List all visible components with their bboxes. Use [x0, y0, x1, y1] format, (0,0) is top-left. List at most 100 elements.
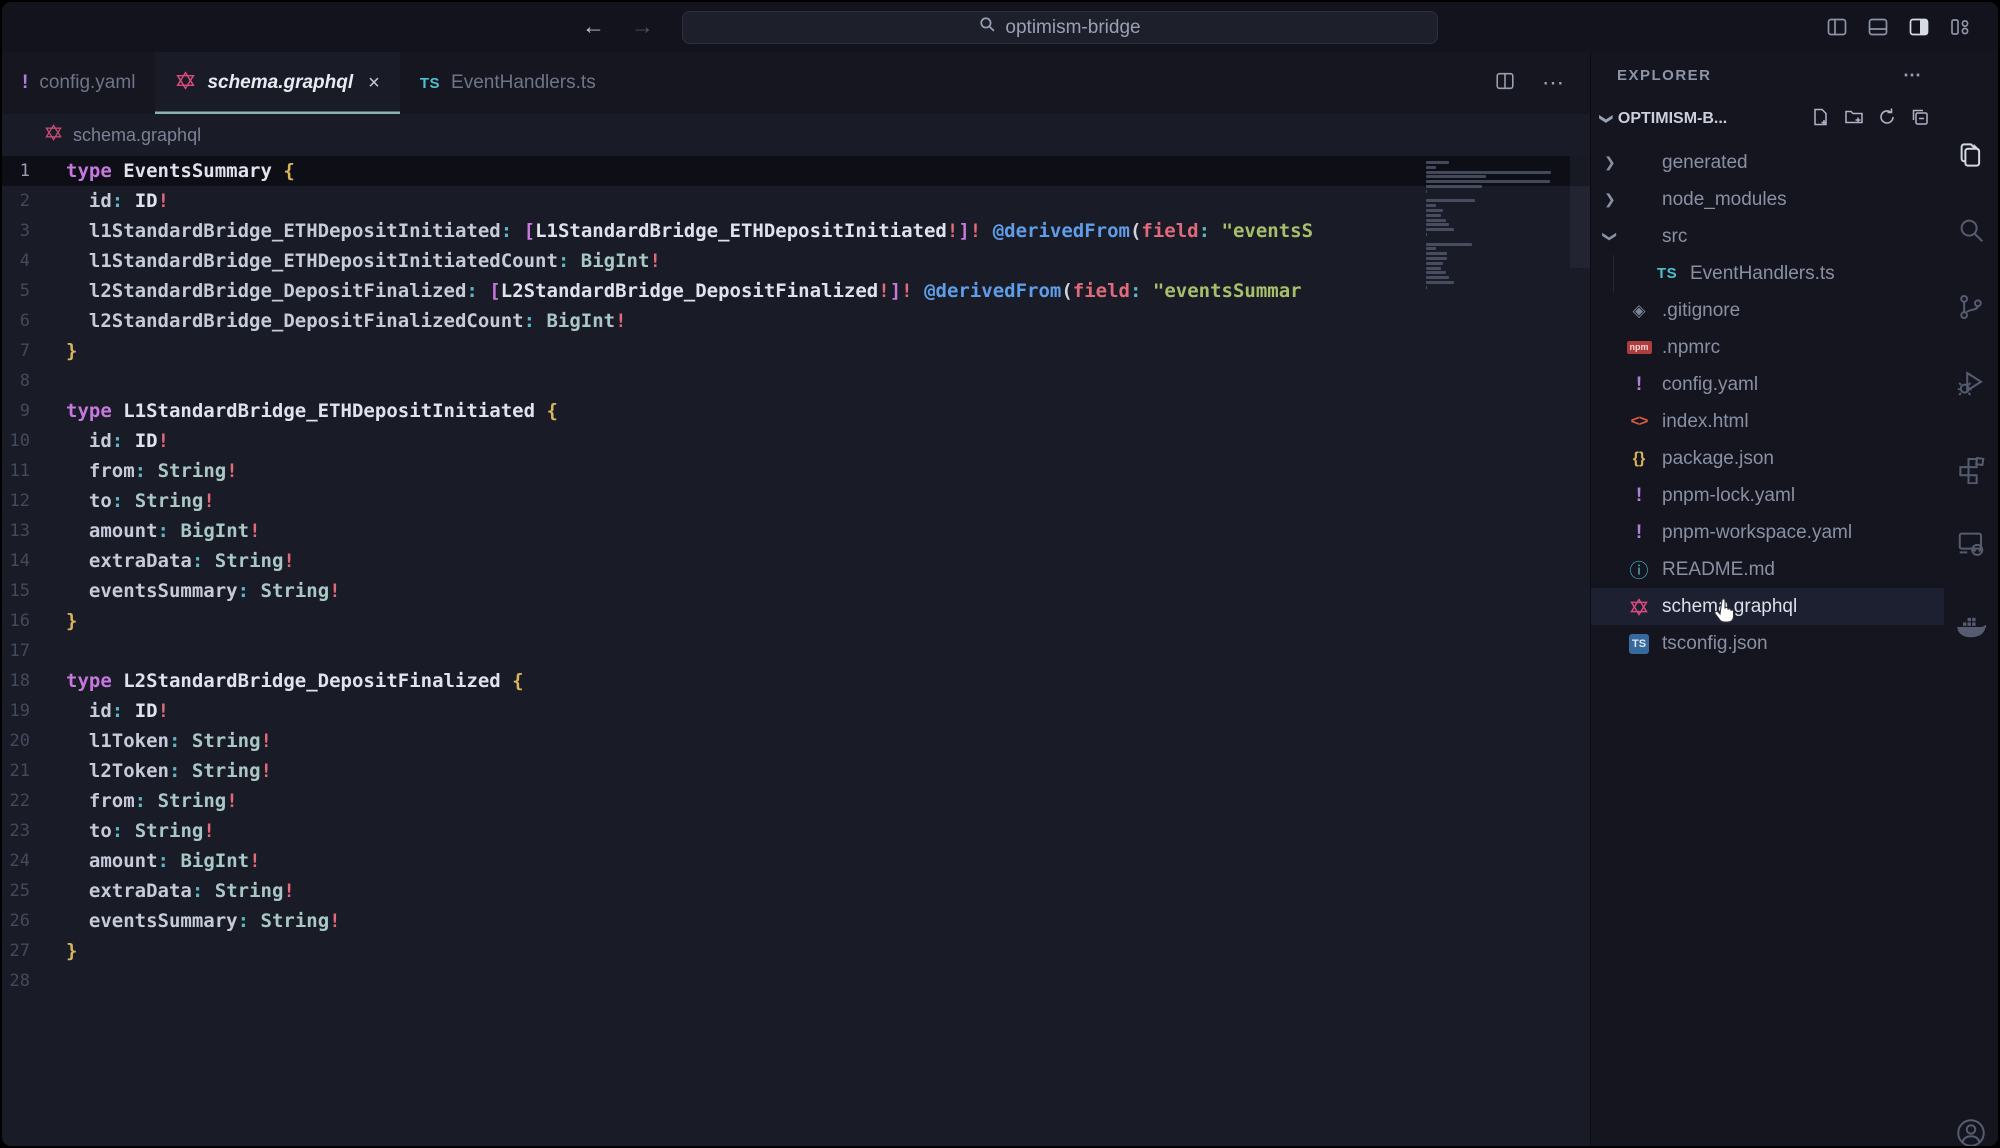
code-text: id: ID!: [66, 696, 169, 726]
remote-explorer-icon[interactable]: [1956, 528, 1986, 558]
tab-eventhandlers-ts[interactable]: TS EventHandlers.ts: [400, 52, 616, 114]
explorer-item-generated[interactable]: ❯generated: [1591, 144, 1944, 181]
explorer-item-schema-graphql[interactable]: schema.graphql: [1591, 588, 1944, 625]
minimap-line: [1426, 161, 1449, 164]
code-line[interactable]: 4 l1StandardBridge_ETHDepositInitiatedCo…: [2, 246, 1590, 276]
code-line[interactable]: 18type L2StandardBridge_DepositFinalized…: [2, 666, 1590, 696]
code-line[interactable]: 8: [2, 366, 1590, 396]
search-icon[interactable]: [1956, 215, 1986, 245]
minimap[interactable]: [1426, 161, 1564, 295]
graphql-icon: [1627, 597, 1651, 617]
explorer-item-index-html[interactable]: <>index.html: [1591, 403, 1944, 440]
refresh-explorer-icon[interactable]: [1877, 107, 1897, 132]
explorer-item-src[interactable]: ❯src: [1591, 218, 1944, 255]
account-icon[interactable]: [1954, 1116, 1988, 1146]
line-number: 17: [2, 636, 66, 666]
code-line[interactable]: 3 l1StandardBridge_ETHDepositInitiated: …: [2, 216, 1590, 246]
minimap-line: [1426, 219, 1446, 222]
code-line[interactable]: 20 l1Token: String!: [2, 726, 1590, 756]
nav-forward-icon[interactable]: →: [631, 13, 654, 40]
tsconfig-icon: TS: [1627, 634, 1651, 654]
explorer-item--gitignore[interactable]: ◈.gitignore: [1591, 292, 1944, 329]
explorer-item-package-json[interactable]: {}package.json: [1591, 440, 1944, 477]
code-line[interactable]: 26 eventsSummary: String!: [2, 906, 1590, 936]
tab-config-yaml[interactable]: ! config.yaml: [2, 52, 155, 114]
explorer-item-label: README.md: [1662, 559, 1775, 581]
explorer-item-node-modules[interactable]: ❯node_modules: [1591, 181, 1944, 218]
project-root-row[interactable]: ❯ OPTIMISM-B...: [1591, 98, 1944, 140]
run-debug-icon[interactable]: [1956, 368, 1986, 398]
toggle-sidebar-right-icon[interactable]: [1907, 15, 1931, 39]
code-line[interactable]: 24 amount: BigInt!: [2, 846, 1590, 876]
new-folder-icon[interactable]: [1844, 107, 1864, 132]
more-actions-icon[interactable]: ⋯: [1542, 70, 1564, 96]
code-line[interactable]: 21 l2Token: String!: [2, 756, 1590, 786]
code-line[interactable]: 10 id: ID!: [2, 426, 1590, 456]
tab-label: schema.graphql: [207, 72, 353, 94]
code-line[interactable]: 27}: [2, 936, 1590, 966]
command-center-search[interactable]: optimism-bridge: [682, 11, 1438, 44]
code-line[interactable]: 1type EventsSummary {: [2, 156, 1590, 186]
editor-scrollbar[interactable]: [1570, 156, 1590, 268]
code-line[interactable]: 17: [2, 636, 1590, 666]
code-line[interactable]: 13 amount: BigInt!: [2, 516, 1590, 546]
nav-back-icon[interactable]: ←: [582, 13, 605, 40]
code-line[interactable]: 16}: [2, 606, 1590, 636]
minimap-line: [1426, 243, 1472, 246]
code-editor[interactable]: 1type EventsSummary {2 id: ID!3 l1Standa…: [2, 156, 1590, 1146]
split-editor-icon[interactable]: [1494, 70, 1516, 97]
code-line[interactable]: 2 id: ID!: [2, 186, 1590, 216]
minimap-line: [1426, 171, 1551, 174]
new-file-icon[interactable]: [1811, 107, 1831, 132]
code-text: type EventsSummary {: [66, 156, 295, 186]
minimap-line: [1426, 190, 1427, 193]
code-line[interactable]: 5 l2StandardBridge_DepositFinalized: [L2…: [2, 276, 1590, 306]
explorer-item-tsconfig-json[interactable]: TStsconfig.json: [1591, 625, 1944, 662]
explorer-item-label: pnpm-lock.yaml: [1662, 485, 1795, 507]
code-line[interactable]: 7}: [2, 336, 1590, 366]
code-line[interactable]: 23 to: String!: [2, 816, 1590, 846]
explorer-item-pnpm-lock-yaml[interactable]: !pnpm-lock.yaml: [1591, 477, 1944, 514]
mouse-cursor-hand: [1714, 598, 1738, 630]
close-icon[interactable]: ×: [368, 72, 380, 95]
code-text: l1StandardBridge_ETHDepositInitiated: [L…: [66, 216, 1313, 246]
collapse-folders-icon[interactable]: [1910, 107, 1930, 132]
line-number: 23: [2, 816, 66, 846]
code-line[interactable]: 9type L1StandardBridge_ETHDepositInitiat…: [2, 396, 1590, 426]
breadcrumb[interactable]: schema.graphql: [2, 114, 1590, 156]
json-braces-icon: {}: [1627, 450, 1651, 468]
explorer-item-pnpm-workspace-yaml[interactable]: !pnpm-workspace.yaml: [1591, 514, 1944, 551]
code-line[interactable]: 14 extraData: String!: [2, 546, 1590, 576]
docker-icon[interactable]: [1955, 612, 1987, 642]
code-line[interactable]: 15 eventsSummary: String!: [2, 576, 1590, 606]
code-line[interactable]: 12 to: String!: [2, 486, 1590, 516]
code-line[interactable]: 6 l2StandardBridge_DepositFinalizedCount…: [2, 306, 1590, 336]
toggle-panel-icon[interactable]: [1866, 15, 1890, 39]
npm-icon: npm: [1627, 341, 1651, 354]
code-line[interactable]: 28: [2, 966, 1590, 996]
graphql-icon: [44, 123, 63, 147]
toggle-sidebar-left-icon[interactable]: [1825, 15, 1849, 39]
source-control-icon[interactable]: [1956, 292, 1986, 322]
explorer-item-label: node_modules: [1662, 189, 1787, 211]
code-line[interactable]: 11 from: String!: [2, 456, 1590, 486]
code-text: eventsSummary: String!: [66, 576, 341, 606]
explorer-item-readme-md[interactable]: ⓘREADME.md: [1591, 551, 1944, 588]
line-number: 11: [2, 456, 66, 486]
explorer-more-icon[interactable]: ⋯: [1903, 65, 1922, 86]
code-line[interactable]: 25 extraData: String!: [2, 876, 1590, 906]
code-text: l1StandardBridge_ETHDepositInitiatedCoun…: [66, 246, 661, 276]
line-number: 14: [2, 546, 66, 576]
explorer-item-eventhandlers-ts[interactable]: TSEventHandlers.ts: [1591, 255, 1944, 292]
code-line[interactable]: 22 from: String!: [2, 786, 1590, 816]
customize-layout-icon[interactable]: [1948, 15, 1972, 39]
explorer-item-config-yaml[interactable]: !config.yaml: [1591, 366, 1944, 403]
extensions-icon[interactable]: [1956, 454, 1986, 484]
code-line[interactable]: 19 id: ID!: [2, 696, 1590, 726]
explorer-icon[interactable]: [1956, 140, 1986, 170]
code-text: l2Token: String!: [66, 756, 272, 786]
tab-schema-graphql[interactable]: schema.graphql ×: [155, 52, 399, 114]
explorer-item-label: generated: [1662, 152, 1748, 174]
explorer-item--npmrc[interactable]: npm.npmrc: [1591, 329, 1944, 366]
line-number: 25: [2, 876, 66, 906]
